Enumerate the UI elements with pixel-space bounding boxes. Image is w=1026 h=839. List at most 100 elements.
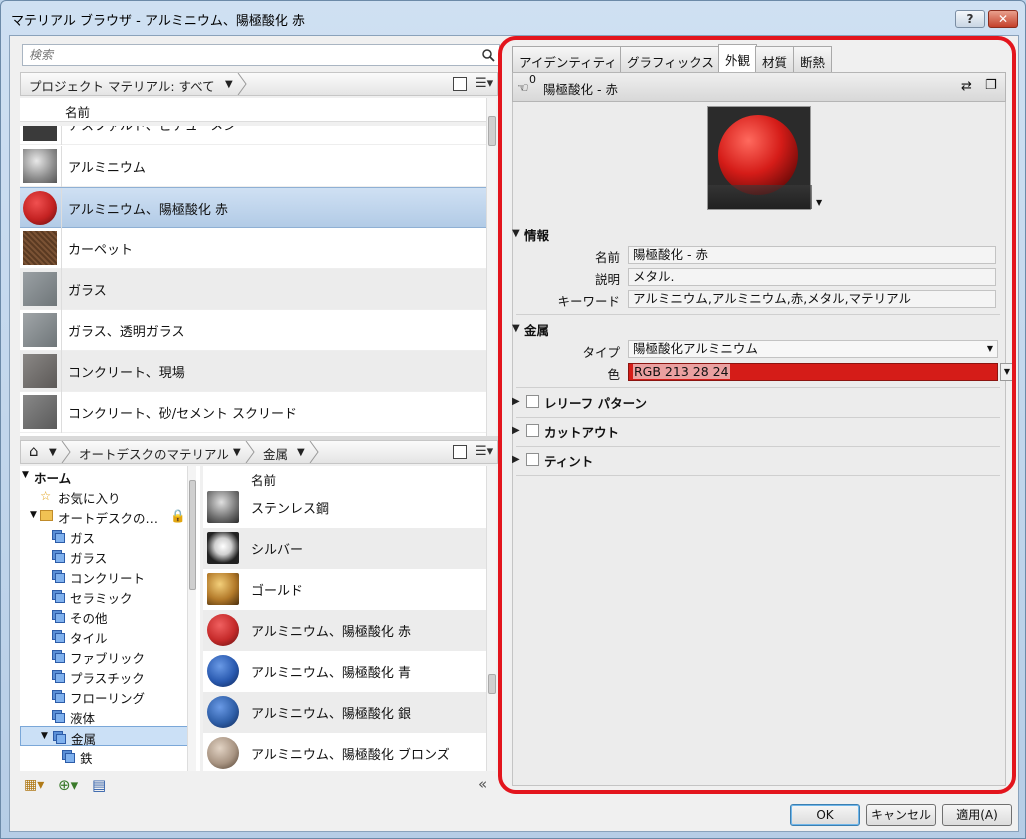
column-name: 名前: [65, 105, 91, 120]
tree-scrollbar[interactable]: [187, 466, 196, 771]
list-item[interactable]: カーペット: [20, 228, 486, 269]
tree-item-autodesk-library[interactable]: ▼ オートデスクの… 🔒: [20, 506, 200, 526]
list-item[interactable]: ゴールド: [203, 569, 486, 610]
search-box[interactable]: [22, 44, 500, 66]
divider: [61, 188, 62, 229]
cancel-button[interactable]: キャンセル: [866, 804, 936, 826]
collapse-icon[interactable]: ▼: [22, 470, 29, 480]
tree-item-favorites[interactable]: ☆ お気に入り: [20, 486, 200, 506]
list-item[interactable]: アルミニウム、陽極酸化 ブロンズ: [203, 733, 486, 771]
list-item[interactable]: ガラス、透明ガラス: [20, 310, 486, 351]
list-item[interactable]: アルミニウム、陽極酸化 青: [203, 651, 486, 692]
tree-item-metal-selected[interactable]: ▼ 金属: [20, 726, 196, 747]
material-thumbnail: [23, 191, 57, 225]
list-item[interactable]: シルバー: [203, 528, 486, 569]
divider: [61, 310, 62, 351]
tree-item-category[interactable]: フローリング: [20, 686, 200, 706]
divider: [61, 392, 62, 433]
category-icon: [52, 590, 65, 603]
panel-view-icon[interactable]: [453, 445, 467, 459]
star-icon: ☆: [40, 488, 52, 503]
title-bar: マテリアル ブラウザ - アルミニウム、陽極酸化 赤 ? ✕: [1, 1, 1025, 35]
project-list-header[interactable]: 名前: [20, 98, 486, 122]
create-material-icon[interactable]: ⊕▾: [58, 776, 78, 794]
scrollbar-thumb[interactable]: [189, 480, 196, 590]
tree-item-subcategory[interactable]: 鉄: [20, 746, 200, 766]
material-thumbnail: [23, 272, 57, 306]
library-manage-icon[interactable]: ▦▾: [24, 777, 44, 793]
list-view-icon[interactable]: ☰▾: [475, 76, 493, 91]
material-name: アルミニウム、陽極酸化 ブロンズ: [251, 748, 450, 763]
tree-item-home[interactable]: ▼ ホーム: [20, 466, 200, 486]
material-thumbnail: [207, 737, 239, 769]
tree-label: 液体: [70, 711, 96, 726]
help-button[interactable]: ?: [955, 10, 985, 28]
breadcrumb-separator-icon: [61, 441, 71, 463]
scrollbar-thumb[interactable]: [488, 116, 496, 146]
list-view-icon[interactable]: ☰▾: [475, 444, 493, 459]
category-crumb[interactable]: 金属: [263, 444, 288, 463]
project-material-list: アスファルト、ビチューメン アルミニウム アルミニウム、陽極酸化 赤 カーペット: [20, 126, 486, 436]
collapse-icon[interactable]: ▼: [41, 731, 48, 741]
category-dropdown-icon[interactable]: ▼: [297, 447, 305, 458]
tree-item-category[interactable]: プラスチック: [20, 666, 200, 686]
material-name: アルミニウム、陽極酸化 銀: [251, 707, 412, 722]
list-item[interactable]: アルミニウム、陽極酸化 銀: [203, 692, 486, 733]
category-icon: [52, 710, 65, 723]
list-item[interactable]: ステンレス鋼: [203, 487, 486, 528]
home-icon[interactable]: ⌂: [29, 442, 39, 460]
tree-item-category[interactable]: タイル: [20, 626, 200, 646]
library-tree: ▼ ホーム ☆ お気に入り ▼ オートデスクの… 🔒 ガス ガラス コンクリート…: [20, 466, 200, 771]
tree-label: その他: [70, 611, 108, 626]
library-dropdown-icon[interactable]: ▼: [233, 447, 241, 458]
tree-item-category[interactable]: コンクリート: [20, 566, 200, 586]
project-filter-dropdown-icon[interactable]: ▼: [225, 79, 233, 90]
project-filter-label[interactable]: プロジェクト マテリアル: すべて: [29, 76, 215, 95]
category-icon: [52, 550, 65, 563]
material-thumbnail: [23, 149, 57, 183]
category-icon: [52, 650, 65, 663]
library-list-scrollbar[interactable]: [486, 466, 496, 771]
tree-item-category[interactable]: ガス: [20, 526, 200, 546]
tree-item-category[interactable]: セラミック: [20, 586, 200, 606]
tree-item-category[interactable]: 液体: [20, 706, 200, 726]
home-dropdown-icon[interactable]: ▼: [49, 447, 57, 458]
asset-browser-icon[interactable]: ▤: [92, 776, 106, 794]
folder-icon: [40, 510, 53, 521]
breadcrumb-separator-icon: [237, 73, 247, 95]
ok-button[interactable]: OK: [790, 804, 860, 826]
library-material-list: ステンレス鋼 シルバー ゴールド アルミニウム、陽極酸化 赤 アルミニウム、陽極…: [203, 487, 486, 771]
material-thumbnail: [23, 231, 57, 265]
apply-button[interactable]: 適用(A): [942, 804, 1012, 826]
close-button[interactable]: ✕: [988, 10, 1018, 28]
list-item-selected[interactable]: アルミニウム、陽極酸化 赤: [20, 187, 486, 229]
tree-label: ホーム: [34, 471, 72, 486]
tree-item-category[interactable]: その他: [20, 606, 200, 626]
list-item[interactable]: アルミニウム: [20, 146, 486, 187]
collapse-icon[interactable]: ▼: [30, 510, 37, 520]
panel-view-icon[interactable]: [453, 77, 467, 91]
search-input[interactable]: [27, 46, 467, 64]
material-thumbnail: [207, 655, 239, 687]
divider: [61, 269, 62, 310]
list-item[interactable]: コンクリート、現場: [20, 351, 486, 392]
tree-item-category[interactable]: ファブリック: [20, 646, 200, 666]
list-item[interactable]: ガラス: [20, 269, 486, 310]
list-item[interactable]: アスファルト、ビチューメン: [20, 126, 486, 145]
project-list-scrollbar[interactable]: [486, 98, 496, 436]
material-name: アルミニウム: [68, 161, 146, 176]
tree-item-category[interactable]: ガラス: [20, 546, 200, 566]
tree-label: タイル: [70, 631, 108, 646]
scrollbar-thumb[interactable]: [488, 674, 496, 694]
library-crumb[interactable]: オートデスクのマテリアル: [79, 444, 229, 463]
category-icon: [52, 630, 65, 643]
material-thumbnail: [23, 126, 57, 141]
list-item[interactable]: アルミニウム、陽極酸化 赤: [203, 610, 486, 651]
material-name: アスファルト、ビチューメン: [68, 126, 237, 134]
divider: [61, 126, 62, 145]
search-icon[interactable]: [481, 48, 495, 62]
material-thumbnail: [207, 573, 239, 605]
tree-label: ファブリック: [70, 651, 146, 666]
list-item[interactable]: コンクリート、砂/セメント スクリード: [20, 392, 486, 433]
collapse-panel-icon[interactable]: «: [478, 775, 487, 793]
